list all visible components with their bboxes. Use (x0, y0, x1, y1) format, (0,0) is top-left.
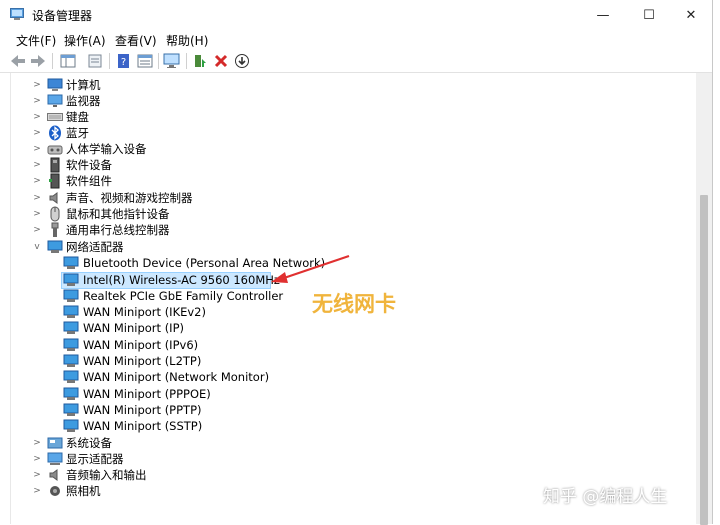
menu-help[interactable]: 帮助(H) (166, 32, 208, 49)
view-details-button[interactable] (136, 52, 154, 70)
red-x-icon (214, 54, 228, 68)
vertical-scrollbar[interactable] (696, 73, 712, 525)
title-bar[interactable]: 设备管理器 — ☐ ✕ (0, 0, 712, 30)
forward-arrow-icon (31, 55, 45, 67)
menu-action[interactable]: 操作(A) (64, 32, 106, 49)
annotation-label: 无线网卡 (312, 292, 396, 316)
menu-bar: 文件(F) 操作(A) 查看(V) 帮助(H) (0, 30, 712, 50)
properties-button[interactable] (86, 52, 104, 70)
help-button[interactable]: ? (115, 52, 133, 70)
menu-file[interactable]: 文件(F) (16, 32, 56, 49)
back-arrow-icon (11, 55, 25, 67)
disable-device-button[interactable] (233, 52, 251, 70)
toolbar-separator (186, 53, 187, 69)
scrollbar-thumb[interactable] (700, 195, 708, 525)
device-manager-app-icon (10, 8, 24, 20)
menu-view[interactable]: 查看(V) (115, 32, 157, 49)
toolbar: ? (0, 50, 712, 72)
toolbar-separator (158, 53, 159, 69)
update-driver-icon (195, 55, 206, 67)
toolbar-separator (52, 53, 53, 69)
console-tree-icon (60, 54, 76, 68)
svg-text:?: ? (121, 57, 126, 68)
update-driver-button[interactable] (191, 52, 209, 70)
help-book-icon: ? (118, 54, 129, 68)
forward-button[interactable] (29, 52, 47, 70)
details-view-icon (137, 54, 153, 68)
properties-sheet-icon (88, 54, 102, 68)
show-hide-console-tree-button[interactable] (59, 52, 77, 70)
close-button[interactable]: ✕ (668, 0, 714, 30)
scan-hardware-button[interactable] (163, 52, 181, 70)
device-manager-window: 设备管理器 — ☐ ✕ 文件(F) 操作(A) 查看(V) 帮助(H) ? > … (0, 0, 713, 525)
scan-monitor-icon (163, 53, 180, 68)
watermark: 知乎 @编程人生 (543, 487, 668, 507)
uninstall-device-button[interactable] (212, 52, 230, 70)
minimize-button[interactable]: — (580, 0, 626, 30)
back-button[interactable] (9, 52, 27, 70)
download-circle-icon (235, 54, 249, 68)
window-title: 设备管理器 (32, 9, 93, 23)
maximize-button[interactable]: ☐ (626, 0, 672, 30)
toolbar-separator (109, 53, 110, 69)
